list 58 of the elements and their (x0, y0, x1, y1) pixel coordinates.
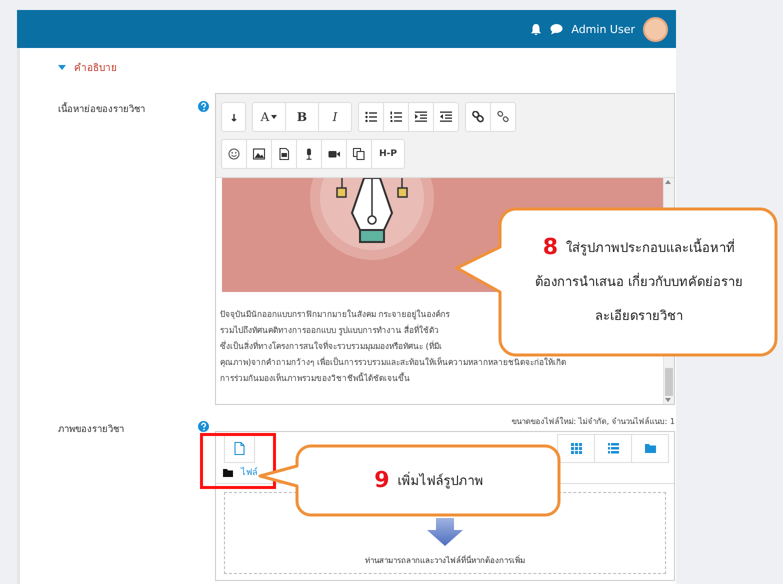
section-title[interactable]: คำอธิบาย (74, 60, 117, 74)
help-icon (198, 101, 209, 112)
file-icon (234, 442, 245, 455)
file-limits: ขนาดของไฟล์ใหม่: ไม่จำกัด, จำนวนไฟล์แนบ: 1 (510, 416, 675, 428)
view-button[interactable] (631, 434, 669, 463)
outdent-icon (440, 111, 452, 123)
drop-hint: ท่านสามารถลากและวางไฟล์ที่นี่หากต้องการเพิ่ม (365, 554, 525, 567)
emoji-icon (228, 148, 240, 160)
down-arrow-icon (427, 518, 463, 546)
toolbar-button[interactable] (358, 102, 384, 132)
list-view-icon (608, 443, 618, 454)
text-line: การร่วมกันมองเห็นภาพรวมของวิชาชีพนี้ได้ชัดเจนขึ้น (220, 371, 410, 385)
avatar-icon[interactable] (643, 16, 668, 42)
grid-view-icon (570, 443, 582, 454)
toolbar-button[interactable] (433, 102, 459, 132)
bulleted-list-icon (365, 111, 377, 123)
toolbar-button[interactable] (271, 139, 297, 169)
toolbar-button[interactable]: A (252, 102, 286, 132)
text-line: ปัจจุบันมีนักออกแบบกราฟิกมากมายในสังคม กระจายอยู่ในองค์กร (220, 308, 450, 322)
unlink-icon (497, 111, 509, 123)
user-name[interactable]: Admin User (571, 22, 635, 36)
link-icon (472, 111, 484, 123)
text-line: ซึ่งเป็นสิ่งที่ทางโครงการสนใจที่จะรวบรวมมุมมองหรือทัศนะ (ที่มีเ (220, 340, 442, 354)
copy-icon (353, 148, 365, 160)
view-button[interactable] (594, 434, 632, 463)
messages-icon[interactable] (550, 23, 564, 35)
toolbar-button[interactable] (321, 139, 347, 169)
toolbar-button[interactable] (383, 102, 409, 132)
field-label: เนื้อหาย่อของรายวิชา (58, 101, 146, 117)
toolbar-button[interactable] (346, 139, 372, 169)
numbered-list-icon (390, 111, 402, 123)
folder-icon (644, 443, 656, 454)
toolbar-button[interactable] (408, 102, 434, 132)
notifications-icon[interactable] (530, 23, 542, 35)
field-label: ภาพของรายวิชา (58, 423, 125, 437)
view-button[interactable] (557, 434, 595, 463)
toolbar-button[interactable] (465, 102, 491, 132)
help-icon (198, 421, 209, 432)
toolbar-button[interactable] (246, 139, 272, 169)
image-icon (253, 148, 265, 160)
expand-caret-icon[interactable] (58, 64, 66, 70)
folder-icon (223, 468, 233, 476)
video-camera-icon (328, 148, 340, 160)
text-line: คุณภาพ)จากคำถามกว้างๆ เพื่อเป็นการรวบรวมและสะท้อนให้เห็นความหลากหลายชนิดจะก่อให้เกิด (220, 356, 566, 370)
toggle-icon (230, 112, 236, 122)
toolbar-button[interactable]: H-P (371, 139, 405, 169)
folder-path-link[interactable]: ไฟล์ (241, 465, 258, 479)
toolbar-button[interactable] (490, 102, 516, 132)
toolbar-button[interactable]: I (318, 102, 352, 132)
indent-icon (415, 111, 427, 123)
add-file-button[interactable] (224, 434, 255, 463)
text-line: รวมไปถึงทัศนคติทางการออกแบบ รูปแบบการทำงาน สื่อที่ใช้ตัว (220, 324, 440, 338)
scrollbar-thumb[interactable] (665, 368, 673, 396)
toolbar-button[interactable]: B (285, 102, 319, 132)
toolbar-button[interactable] (221, 139, 247, 169)
caret-icon (271, 115, 278, 119)
document-icon (278, 148, 290, 160)
toolbar-button[interactable] (296, 139, 322, 169)
